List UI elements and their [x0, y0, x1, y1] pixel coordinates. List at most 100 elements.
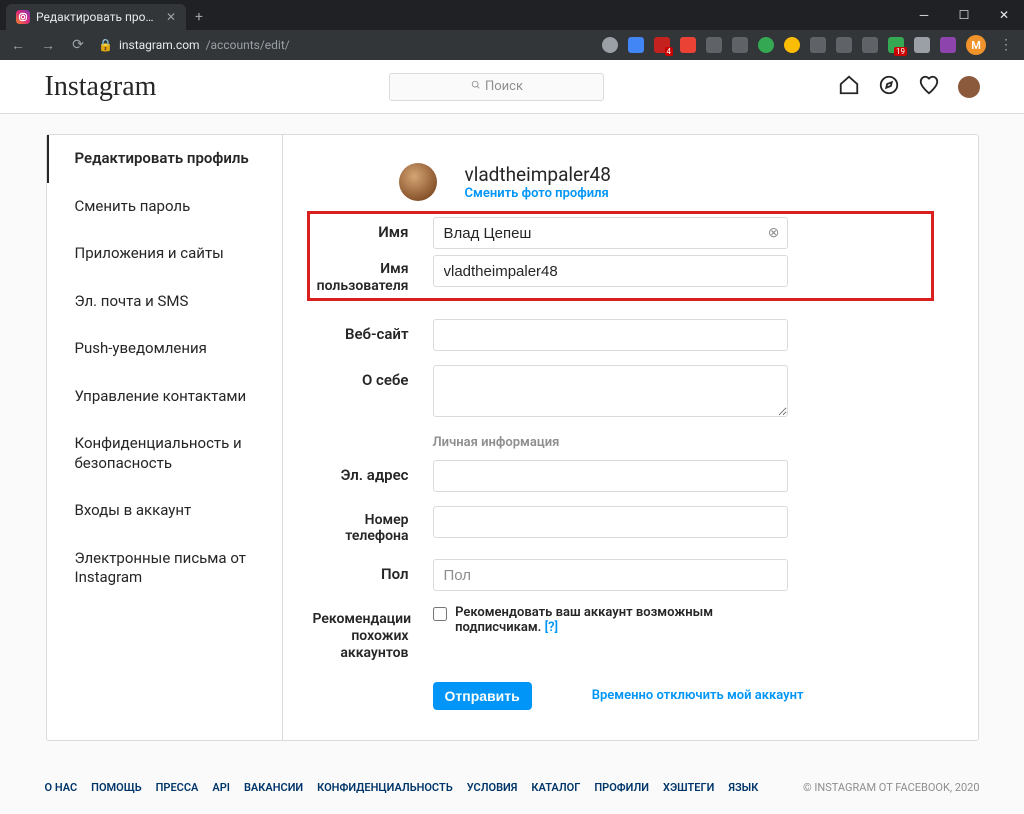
clear-input-icon[interactable]: ⊗ — [768, 225, 780, 241]
footer-link[interactable]: УСЛОВИЯ — [467, 781, 518, 794]
home-icon[interactable] — [838, 74, 860, 100]
new-tab-button[interactable]: + — [186, 4, 212, 30]
extension-icons: M ⋮ — [602, 35, 1016, 55]
recommendations-checkbox[interactable] — [433, 606, 448, 622]
instagram-header: Instagram Поиск — [0, 60, 1024, 114]
name-label: Имя — [313, 217, 433, 241]
instagram-favicon-icon — [16, 10, 30, 24]
gender-label: Пол — [313, 559, 433, 583]
sidebar-item-edit-profile[interactable]: Редактировать профиль — [47, 135, 282, 183]
instagram-logo[interactable]: Instagram — [45, 71, 157, 103]
recommendations-help-link[interactable]: [?] — [545, 620, 559, 635]
footer-link[interactable]: ХЭШТЕГИ — [663, 781, 714, 794]
extension-icon[interactable] — [758, 37, 774, 53]
change-photo-link[interactable]: Сменить фото профиля — [465, 186, 611, 201]
extension-icon[interactable] — [732, 37, 748, 53]
recommendations-text: Рекомендовать ваш аккаунт возможным подп… — [455, 605, 787, 635]
footer-link[interactable]: О НАС — [45, 781, 78, 794]
highlight-name-username: Имя ⊗ Имя пользователя — [307, 211, 934, 301]
submit-button[interactable]: Отправить — [433, 682, 532, 710]
profile-username: vladtheimpaler48 — [465, 163, 611, 186]
form-actions: Отправить Временно отключить мой аккаунт — [433, 682, 928, 710]
footer-link[interactable]: ВАКАНСИИ — [244, 781, 303, 794]
window-maximize-button[interactable]: ☐ — [944, 0, 984, 30]
header-nav — [838, 74, 980, 100]
profile-picture[interactable] — [399, 163, 437, 201]
footer-link[interactable]: ПРЕССА — [156, 781, 199, 794]
sidebar-item-emails[interactable]: Электронные письма от Instagram — [47, 535, 282, 602]
window-close-button[interactable]: ✕ — [984, 0, 1024, 30]
extension-icon[interactable] — [654, 37, 670, 53]
search-input[interactable]: Поиск — [389, 73, 604, 101]
browser-profile-avatar[interactable]: M — [966, 35, 986, 55]
tab-close-icon[interactable]: ✕ — [166, 10, 176, 24]
extension-icon[interactable] — [888, 37, 904, 53]
extension-icon[interactable] — [628, 37, 644, 53]
profile-avatar-icon[interactable] — [958, 76, 980, 98]
footer-link[interactable]: КАТАЛОГ — [531, 781, 580, 794]
website-label: Веб-сайт — [313, 319, 433, 343]
disable-account-link[interactable]: Временно отключить мой аккаунт — [592, 688, 804, 703]
name-input[interactable] — [433, 217, 788, 249]
footer-link[interactable]: КОНФИДЕНЦИАЛЬНОСТЬ — [317, 781, 453, 794]
lock-icon: 🔒 — [98, 38, 113, 52]
extension-icon[interactable] — [862, 37, 878, 53]
search-placeholder: Поиск — [485, 79, 523, 94]
extension-icon[interactable] — [810, 37, 826, 53]
gender-select[interactable] — [433, 559, 788, 591]
extension-icon[interactable] — [680, 37, 696, 53]
sidebar-item-contacts[interactable]: Управление контактами — [47, 373, 282, 421]
personal-info-heading: Личная информация — [433, 435, 928, 450]
sidebar-item-privacy[interactable]: Конфиденциальность и безопасность — [47, 420, 282, 487]
settings-container: Редактировать профиль Сменить пароль При… — [46, 134, 979, 741]
extension-icon[interactable] — [836, 37, 852, 53]
extension-icon[interactable] — [940, 37, 956, 53]
username-input[interactable] — [433, 255, 788, 287]
explore-icon[interactable] — [878, 74, 900, 100]
page-footer: О НАС ПОМОЩЬ ПРЕССА API ВАКАНСИИ КОНФИДЕ… — [25, 781, 1000, 794]
footer-link[interactable]: ПОМОЩЬ — [91, 781, 141, 794]
settings-sidebar: Редактировать профиль Сменить пароль При… — [47, 135, 283, 740]
footer-link[interactable]: ЯЗЫК — [728, 781, 758, 794]
footer-copyright: © INSTAGRAM ОТ FACEBOOK, 2020 — [803, 781, 979, 794]
sidebar-item-email-sms[interactable]: Эл. почта и SMS — [47, 278, 282, 326]
username-label: Имя пользователя — [313, 255, 433, 295]
bio-label: О себе — [313, 365, 433, 389]
profile-header: vladtheimpaler48 Сменить фото профиля — [399, 163, 928, 201]
footer-link[interactable]: ПРОФИЛИ — [594, 781, 649, 794]
nav-reload-button[interactable]: ⟳ — [68, 37, 88, 53]
website-input[interactable] — [433, 319, 788, 351]
extension-icon[interactable] — [914, 37, 930, 53]
settings-main: vladtheimpaler48 Сменить фото профиля Им… — [283, 135, 978, 740]
browser-tab[interactable]: Редактировать профиль • Inst ✕ — [6, 4, 186, 30]
sidebar-item-login-activity[interactable]: Входы в аккаунт — [47, 487, 282, 535]
email-input[interactable] — [433, 460, 788, 492]
extension-icon[interactable] — [784, 37, 800, 53]
sidebar-item-push[interactable]: Push-уведомления — [47, 325, 282, 373]
email-label: Эл. адрес — [313, 460, 433, 484]
browser-menu-button[interactable]: ⋮ — [996, 37, 1016, 53]
footer-link[interactable]: API — [212, 781, 230, 794]
phone-input[interactable] — [433, 506, 788, 538]
sidebar-item-change-password[interactable]: Сменить пароль — [47, 183, 282, 231]
activity-icon[interactable] — [918, 74, 940, 100]
extension-icon[interactable] — [602, 37, 618, 53]
address-field[interactable]: 🔒 instagram.com/accounts/edit/ — [98, 38, 290, 52]
footer-links: О НАС ПОМОЩЬ ПРЕССА API ВАКАНСИИ КОНФИДЕ… — [45, 781, 759, 794]
browser-address-bar: ← → ⟳ 🔒 instagram.com/accounts/edit/ M ⋮ — [0, 30, 1024, 60]
window-controls: ─ ☐ ✕ — [904, 0, 1024, 30]
browser-tab-title: Редактировать профиль • Inst — [36, 10, 160, 24]
url-host: instagram.com — [119, 38, 200, 52]
url-path: /accounts/edit/ — [206, 38, 290, 52]
browser-chrome: Редактировать профиль • Inst ✕ + ─ ☐ ✕ ←… — [0, 0, 1024, 60]
phone-label: Номер телефона — [313, 506, 433, 546]
search-icon — [471, 79, 481, 94]
nav-forward-button[interactable]: → — [38, 37, 58, 54]
recommendations-label: Рекомендации похожих аккаунтов — [313, 605, 433, 661]
nav-back-button[interactable]: ← — [8, 37, 28, 54]
browser-titlebar: Редактировать профиль • Inst ✕ + ─ ☐ ✕ — [0, 0, 1024, 30]
window-minimize-button[interactable]: ─ — [904, 0, 944, 30]
extension-icon[interactable] — [706, 37, 722, 53]
bio-textarea[interactable] — [433, 365, 788, 417]
sidebar-item-apps[interactable]: Приложения и сайты — [47, 230, 282, 278]
